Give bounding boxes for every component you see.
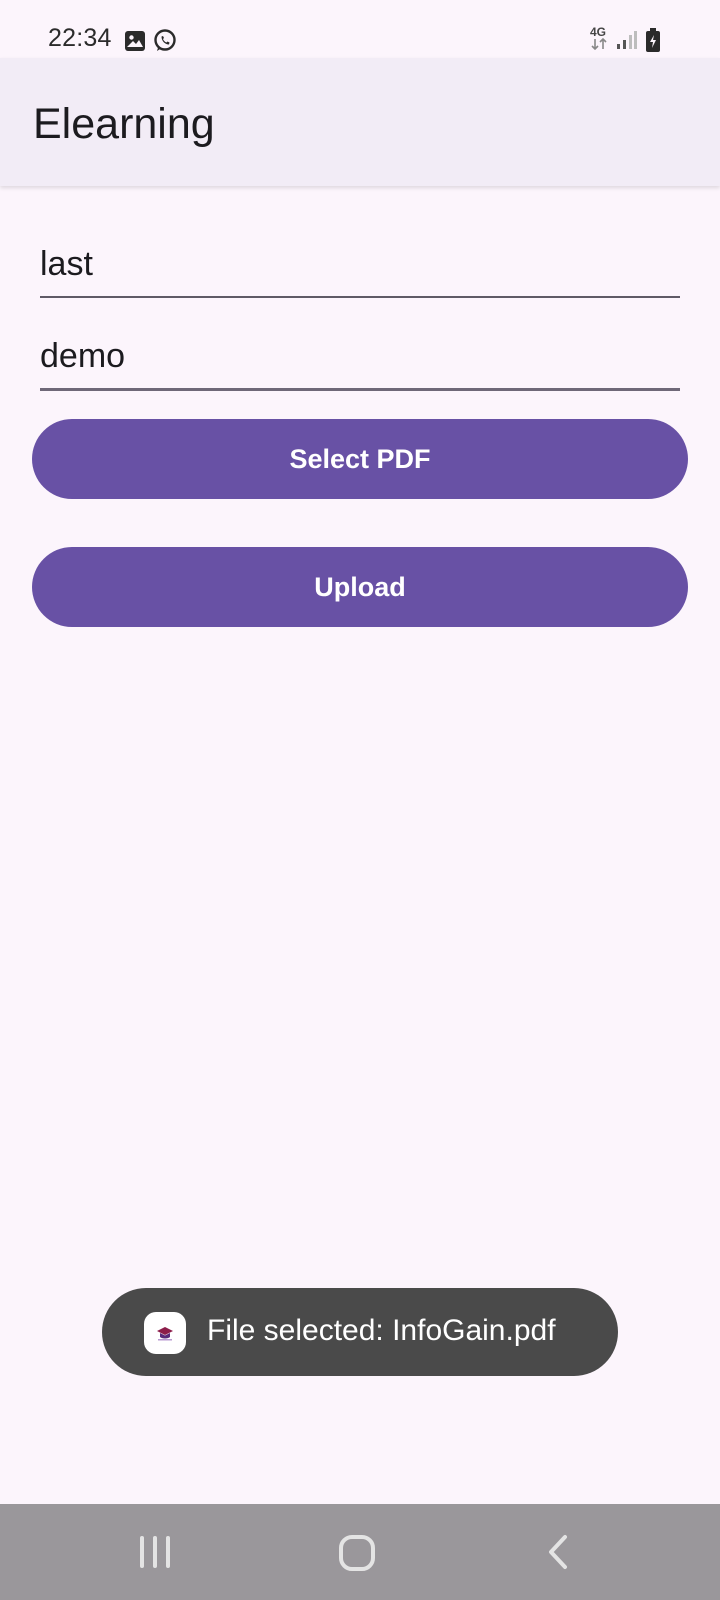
description-input[interactable] — [40, 324, 680, 391]
back-icon[interactable] — [546, 1534, 570, 1575]
network-label: 4G — [590, 25, 607, 39]
name-input[interactable] — [40, 232, 680, 298]
app-logo-icon — [144, 1312, 186, 1354]
status-bar: 22:34 4G — [0, 0, 720, 58]
toast: File selected: InfoGain.pdf — [102, 1288, 618, 1376]
whatsapp-icon — [152, 28, 178, 59]
home-icon[interactable] — [338, 1534, 376, 1577]
status-time: 22:34 — [48, 24, 112, 52]
select-pdf-button[interactable]: Select PDF — [32, 419, 688, 499]
signal-icon — [616, 30, 638, 55]
navigation-bar — [0, 1504, 720, 1600]
gallery-icon — [124, 30, 146, 57]
recent-apps-icon[interactable] — [138, 1534, 172, 1575]
app-title: Elearning — [33, 100, 215, 148]
4g-data-icon: 4G — [590, 26, 610, 50]
toast-message: File selected: InfoGain.pdf — [207, 1314, 556, 1347]
upload-button[interactable]: Upload — [32, 547, 688, 627]
app-bar: Elearning — [0, 58, 720, 186]
battery-icon — [645, 27, 661, 58]
